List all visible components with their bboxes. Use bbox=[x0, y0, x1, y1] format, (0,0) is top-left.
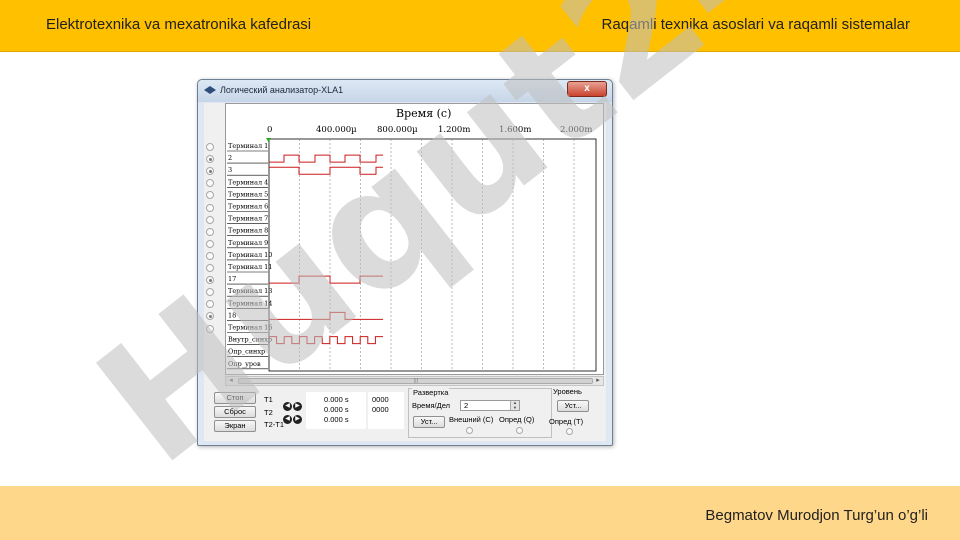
timing-diagram[interactable]: Время (с) 0 400.000µ 800.000µ 1.200m 1.600m 2… bbox=[225, 103, 604, 375]
channel-label: Внутр_синхр bbox=[228, 336, 272, 344]
channel-radio[interactable] bbox=[206, 203, 214, 212]
logic-analyzer-window[interactable]: Логический анализатор-XLA1 x Время (с) 0… bbox=[197, 79, 613, 446]
channel-radio[interactable] bbox=[206, 143, 214, 151]
sweep-set-button[interactable]: Уст... bbox=[413, 416, 445, 428]
channel-radio-column bbox=[204, 103, 222, 373]
t1-time-value: 0.000 s bbox=[324, 395, 349, 404]
channel-radio[interactable] bbox=[206, 300, 214, 309]
spin-arrows-icon[interactable]: ▲ ▼ bbox=[510, 400, 519, 410]
channel-label: Терминал 10 bbox=[228, 251, 272, 259]
time-tick-label: 1.200m bbox=[438, 125, 470, 135]
signal-waveform bbox=[269, 154, 383, 163]
defined-t-radio[interactable] bbox=[566, 428, 573, 435]
channel-label: Терминал 13 bbox=[228, 287, 272, 295]
channel-radio[interactable] bbox=[206, 264, 214, 272]
window-title: Логический анализатор-XLA1 bbox=[220, 85, 344, 95]
channel-label: Терминал 16 bbox=[228, 324, 272, 332]
analyzer-controls: Стоп Сброс Экран T1 T2 T2-T1 ◀ ▶ ◀ ▶ 0.000… bbox=[208, 387, 604, 440]
reset-button[interactable]: Сброс bbox=[214, 406, 256, 418]
channel-radio[interactable] bbox=[206, 227, 214, 236]
channel-label: Терминал 7 bbox=[228, 215, 268, 223]
time-tick-label: 400.000µ bbox=[316, 125, 357, 135]
channel-label: Терминал 14 bbox=[228, 299, 272, 307]
slide-header-bar: Elektrotexnika va mexatronika kafedrasi … bbox=[0, 0, 960, 52]
channel-label: 17 bbox=[228, 275, 236, 283]
t1-label: T1 bbox=[264, 395, 273, 404]
sweep-title: Развертка bbox=[412, 388, 450, 397]
time-tick-label: 0 bbox=[267, 125, 272, 135]
stop-button[interactable]: Стоп bbox=[214, 392, 256, 404]
t2-t1-time-value: 0.000 s bbox=[324, 415, 349, 424]
channel-label: 2 bbox=[228, 154, 232, 162]
channel-radio[interactable] bbox=[206, 324, 214, 333]
channel-label: Терминал 11 bbox=[228, 263, 272, 271]
channel-radio[interactable] bbox=[206, 167, 214, 176]
channel-radio[interactable] bbox=[206, 288, 214, 297]
t2-time-value: 0.000 s bbox=[324, 405, 349, 414]
t2-right-arrow-icon[interactable]: ▶ bbox=[293, 415, 302, 424]
t2-cursor-arrows[interactable]: ◀ ▶ bbox=[283, 407, 304, 424]
window-client-area: Время (с) 0 400.000µ 800.000µ 1.200m 1.600m 2… bbox=[204, 103, 606, 441]
channel-radio[interactable] bbox=[206, 276, 214, 285]
level-set-button[interactable]: Уст... bbox=[557, 400, 589, 412]
channel-label: Терминал 9 bbox=[228, 239, 268, 247]
t1-code-value: 0000 bbox=[372, 395, 389, 404]
external-clock-label: Внешний (C) bbox=[449, 415, 494, 424]
channel-radio[interactable] bbox=[206, 312, 214, 321]
channel-radio[interactable] bbox=[206, 179, 214, 188]
signal-waveform bbox=[269, 275, 383, 284]
time-tick-label: 1.600m bbox=[499, 125, 531, 135]
channel-label: Терминал 6 bbox=[228, 203, 268, 211]
signal-waveform bbox=[269, 166, 383, 175]
defined-q-label: Опред (Q) bbox=[499, 415, 535, 424]
channel-label: Терминал 1 bbox=[228, 142, 268, 150]
slide-footer-bar: Begmatov Murodjon Turg’un o’g’li bbox=[0, 486, 960, 540]
header-department: Elektrotexnika va mexatronika kafedrasi bbox=[46, 16, 312, 33]
t2-left-arrow-icon[interactable]: ◀ bbox=[283, 415, 292, 424]
signal-waveform bbox=[269, 336, 383, 345]
channel-label: Опр_уров bbox=[228, 360, 261, 368]
timing-diagram-canvas: Время (с) 0 400.000µ 800.000µ 1.200m 1.600m 2… bbox=[227, 107, 597, 372]
channel-radio[interactable] bbox=[206, 215, 214, 224]
screen-button[interactable]: Экран bbox=[214, 420, 256, 432]
signal-waveform bbox=[269, 311, 383, 320]
channel-radio[interactable] bbox=[206, 155, 214, 164]
level-title: Уровень bbox=[553, 387, 582, 396]
window-titlebar[interactable]: Логический анализатор-XLA1 x bbox=[198, 80, 612, 102]
horizontal-scrollbar[interactable]: ◂ ||| ▸ bbox=[225, 376, 604, 386]
channel-label: 18 bbox=[228, 311, 236, 319]
channel-radio[interactable] bbox=[206, 251, 214, 260]
time-axis-title: Время (с) bbox=[396, 107, 451, 120]
channel-label: Терминал 8 bbox=[228, 227, 268, 235]
t2-code-value: 0000 bbox=[372, 405, 389, 414]
analyzer-app-icon bbox=[204, 86, 216, 94]
time-div-input[interactable]: 2 ▲ ▼ bbox=[460, 400, 520, 411]
time-tick-label: 2.000m bbox=[560, 125, 592, 135]
defined-t-label: Опред (T) bbox=[549, 417, 584, 426]
channel-label: Терминал 5 bbox=[228, 190, 268, 198]
t1-cursor-arrows[interactable]: ◀ ▶ bbox=[283, 394, 304, 411]
scroll-right-icon[interactable]: ▸ bbox=[593, 376, 603, 386]
time-div-label: Время/Дел bbox=[412, 401, 451, 410]
header-course: Raqamli texnika asoslari va raqamli sist… bbox=[601, 16, 910, 33]
t2-t1-label: T2-T1 bbox=[264, 420, 285, 429]
defined-q-radio[interactable] bbox=[516, 427, 523, 434]
channel-label: 3 bbox=[228, 166, 232, 174]
scroll-left-icon[interactable]: ◂ bbox=[226, 376, 236, 386]
window-close-button[interactable]: x bbox=[567, 81, 607, 97]
channel-radio[interactable] bbox=[206, 191, 214, 200]
channel-radio[interactable] bbox=[206, 239, 214, 248]
channel-label: Опр_синхр bbox=[228, 348, 265, 356]
t2-label: T2 bbox=[264, 408, 273, 417]
time-tick-label: 800.000µ bbox=[377, 125, 418, 135]
footer-author: Begmatov Murodjon Turg’un o’g’li bbox=[705, 507, 928, 524]
scrollbar-thumb[interactable]: ||| bbox=[238, 378, 593, 384]
external-clock-radio[interactable] bbox=[466, 427, 473, 434]
channel-label: Терминал 4 bbox=[228, 178, 268, 186]
